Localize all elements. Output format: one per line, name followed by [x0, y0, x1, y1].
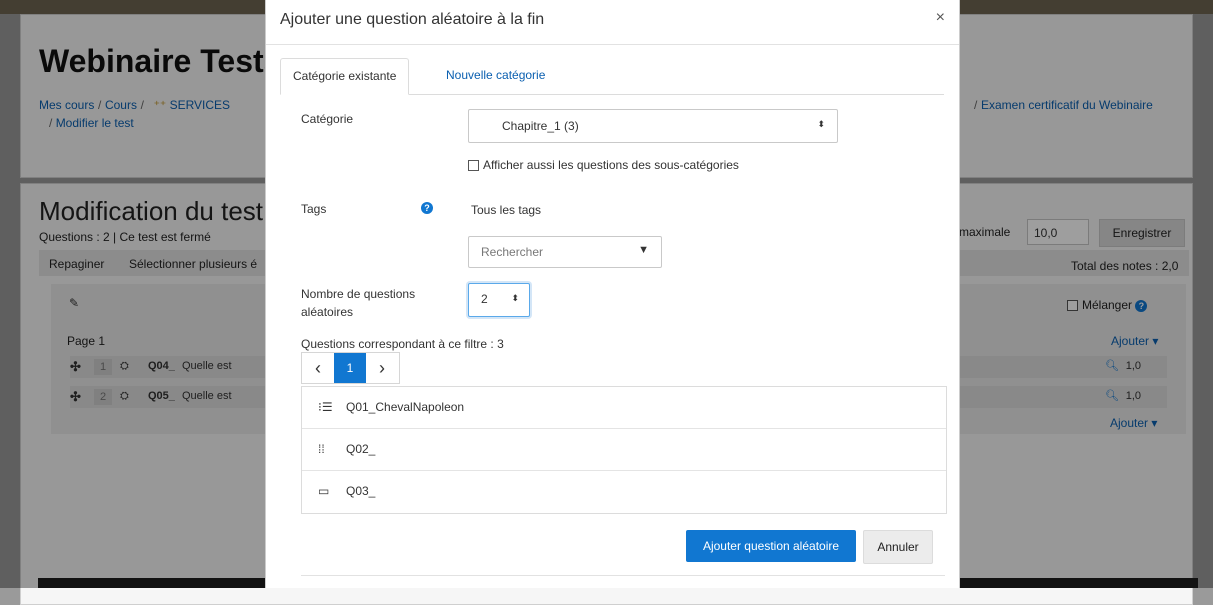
matching-count: Questions correspondant à ce filtre : 3	[301, 337, 504, 351]
list-item: ▭ Q03_	[302, 471, 946, 512]
tab-existing-category[interactable]: Catégorie existante	[280, 58, 410, 95]
matching-icon: ⁞⁞	[318, 442, 325, 456]
shortanswer-icon: ▭	[318, 484, 330, 498]
dropdown-triangle-icon: ▼	[638, 244, 649, 256]
list-item-name: Q02_	[346, 442, 376, 456]
checkbox-icon[interactable]	[468, 160, 479, 172]
tags-value: Tous les tags	[471, 203, 542, 217]
cancel-button[interactable]: Annuler	[863, 530, 933, 564]
select-arrows-icon: ⬍	[511, 293, 519, 303]
count-select[interactable]: 2 ⬍	[468, 283, 530, 317]
list-item-name: Q01_ChevalNapoleon	[346, 400, 465, 414]
page-1-button[interactable]: 1	[334, 353, 366, 383]
list-item-name: Q03_	[346, 484, 376, 498]
category-select[interactable]: Chapitre_1 (3) ⬍	[468, 109, 838, 143]
tags-search-select[interactable]: Rechercher ▼	[468, 236, 662, 268]
multichoice-icon: ⁝☰	[318, 400, 333, 414]
modal-title: Ajouter une question aléatoire à la fin	[280, 11, 545, 28]
tab-new-category[interactable]: Nouvelle catégorie	[434, 58, 557, 93]
prev-page-button[interactable]: ‹	[302, 353, 334, 383]
question-list: ⁝☰ Q01_ChevalNapoleon ⁞⁞ Q02_ ▭ Q03_	[301, 386, 947, 514]
count-value: 2	[481, 292, 488, 306]
count-label: Nombre de questions aléatoires	[301, 287, 416, 319]
tab-bar: Catégorie existante Nouvelle catégorie	[280, 58, 944, 95]
category-value: Chapitre_1 (3)	[502, 119, 579, 133]
pagination: ‹ 1 ›	[301, 352, 400, 384]
list-item: ⁝☰ Q01_ChevalNapoleon	[302, 387, 946, 429]
tags-search-placeholder: Rechercher	[481, 245, 544, 259]
tags-label: Tags	[301, 202, 327, 216]
modal-footer-divider	[301, 575, 945, 576]
next-page-button[interactable]: ›	[366, 353, 398, 383]
modal-header: Ajouter une question aléatoire à la fin …	[266, 0, 959, 45]
subcategories-checkbox[interactable]: Afficher aussi les questions des sous-ca…	[468, 158, 739, 172]
list-item: ⁞⁞ Q02_	[302, 429, 946, 471]
close-icon[interactable]: ×	[936, 9, 945, 27]
help-icon[interactable]: ?	[421, 202, 433, 214]
add-random-question-button[interactable]: Ajouter question aléatoire	[686, 530, 856, 562]
select-arrows-icon: ⬍	[817, 119, 825, 129]
random-question-modal: Ajouter une question aléatoire à la fin …	[265, 0, 960, 588]
category-label: Catégorie	[301, 112, 354, 126]
